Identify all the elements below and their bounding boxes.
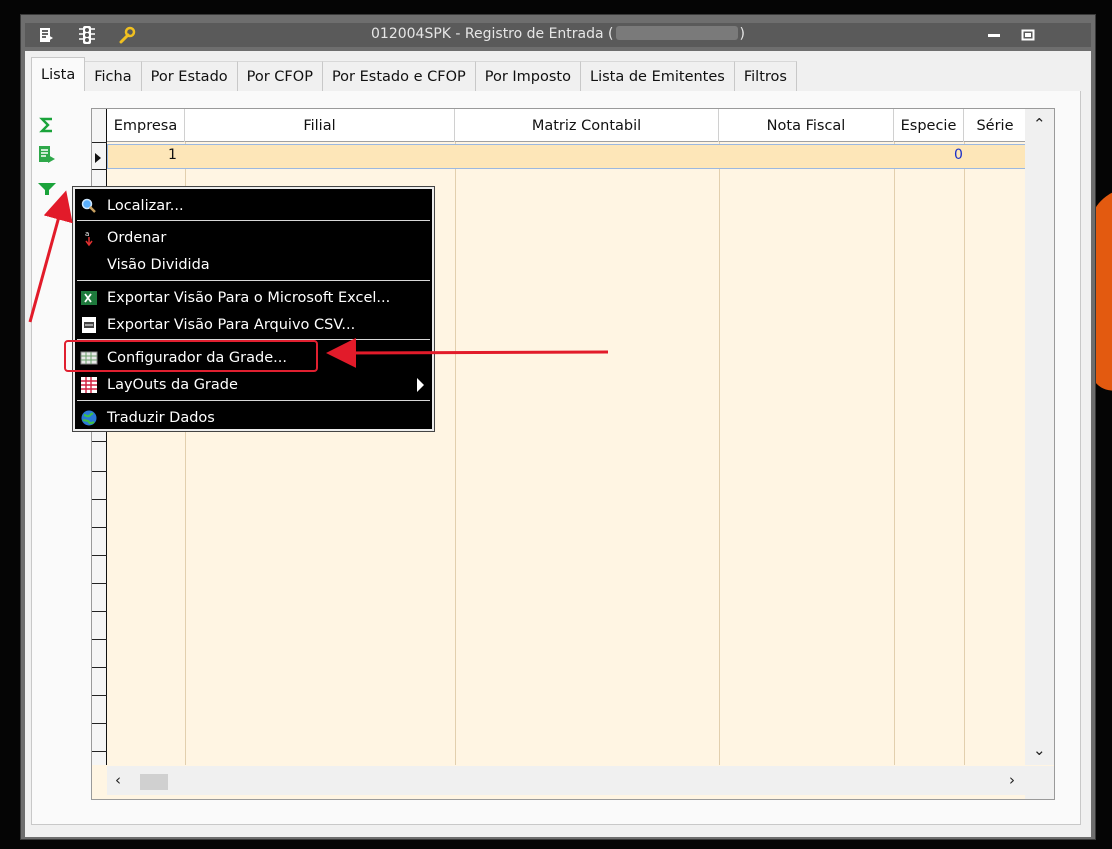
tab-por-estado[interactable]: Por Estado [141,61,238,91]
vertical-scrollbar[interactable]: ⌃ ⌄ [1025,109,1054,765]
window-title: 012004SPK - Registro de Entrada () [25,26,1091,42]
highlight-box [64,340,318,372]
screen: 012004SPK - Registro de Entrada () Lista… [0,0,1112,849]
svg-text:a: a [85,230,89,238]
tab-bar: Lista Ficha Por Estado Por CFOP Por Esta… [31,57,797,91]
csv-icon [79,315,99,335]
table-row[interactable]: 1 0 [107,144,1027,169]
column-header-serie[interactable]: Série [964,109,1027,142]
maximize-button[interactable] [1017,27,1039,43]
filter-icon[interactable] [36,178,58,200]
minimize-button[interactable] [983,27,1005,43]
menu-item-visao-dividida[interactable]: Visão Dividida [77,253,430,277]
scroll-corner [1025,766,1054,799]
horizontal-scrollbar[interactable]: ‹ › [107,766,1027,795]
menu-label: Visão Dividida [107,257,210,273]
menu-item-traduzir-dados[interactable]: Traduzir Dados [77,406,430,430]
scroll-thumb[interactable] [140,774,168,790]
menu-item-layouts-da-grade[interactable]: LayOuts da Grade [77,373,430,397]
menu-label: LayOuts da Grade [107,377,238,393]
layout-icon [79,375,99,395]
menu-label: Localizar... [107,198,184,214]
menu-label: Exportar Visão Para Arquivo CSV... [107,317,356,333]
sigma-icon[interactable] [36,114,58,136]
tab-filtros[interactable]: Filtros [734,61,797,91]
menu-item-exportar-excel[interactable]: Exportar Visão Para o Microsoft Excel... [77,286,430,310]
tab-por-cfop[interactable]: Por CFOP [237,61,323,91]
menu-label: Ordenar [107,230,167,246]
scroll-up-icon[interactable]: ⌃ [1033,115,1046,133]
tab-por-estado-e-cfop[interactable]: Por Estado e CFOP [322,61,476,91]
export-grid-icon[interactable] [36,144,58,166]
menu-item-localizar[interactable]: Localizar... [77,194,430,218]
tab-ficha[interactable]: Ficha [85,61,142,91]
menu-label: Exportar Visão Para o Microsoft Excel... [107,290,391,306]
scroll-down-icon[interactable]: ⌄ [1033,741,1046,759]
context-menu: Localizar... a Ordenar Visão Dividida Ex… [72,186,435,432]
menu-item-exportar-csv[interactable]: Exportar Visão Para Arquivo CSV... [77,313,430,337]
scroll-right-icon[interactable]: › [1009,771,1015,789]
tab-lista[interactable]: Lista [31,57,86,91]
blank-icon [79,255,99,275]
tab-lista-de-emitentes[interactable]: Lista de Emitentes [581,61,735,91]
submenu-arrow-icon [417,378,424,392]
title-bar: 012004SPK - Registro de Entrada () [25,23,1091,47]
search-icon [79,196,99,216]
cell-empresa[interactable]: 1 [168,147,177,163]
redacted-text [615,26,738,40]
column-header-nota-fiscal[interactable]: Nota Fiscal [719,109,894,142]
cell-especie[interactable]: 0 [954,147,963,163]
current-row-pointer-icon [95,153,101,163]
globe-icon [79,408,99,428]
column-header-matriz-contabil[interactable]: Matriz Contabil [455,109,719,142]
title-prefix: 012004SPK - Registro de Entrada ( [371,26,614,42]
excel-icon [79,288,99,308]
grid-header: Empresa Filial Matriz Contabil Nota Fisc… [107,109,1027,142]
menu-label: Traduzir Dados [107,410,215,426]
column-header-filial[interactable]: Filial [185,109,455,142]
tab-por-imposto[interactable]: Por Imposto [475,61,581,91]
sort-icon: a [79,228,99,248]
column-header-especie[interactable]: Especie [894,109,964,142]
column-header-empresa[interactable]: Empresa [107,109,185,142]
menu-item-ordenar[interactable]: a Ordenar [77,226,430,250]
title-suffix: ) [739,26,745,42]
scroll-left-icon[interactable]: ‹ [115,771,121,789]
